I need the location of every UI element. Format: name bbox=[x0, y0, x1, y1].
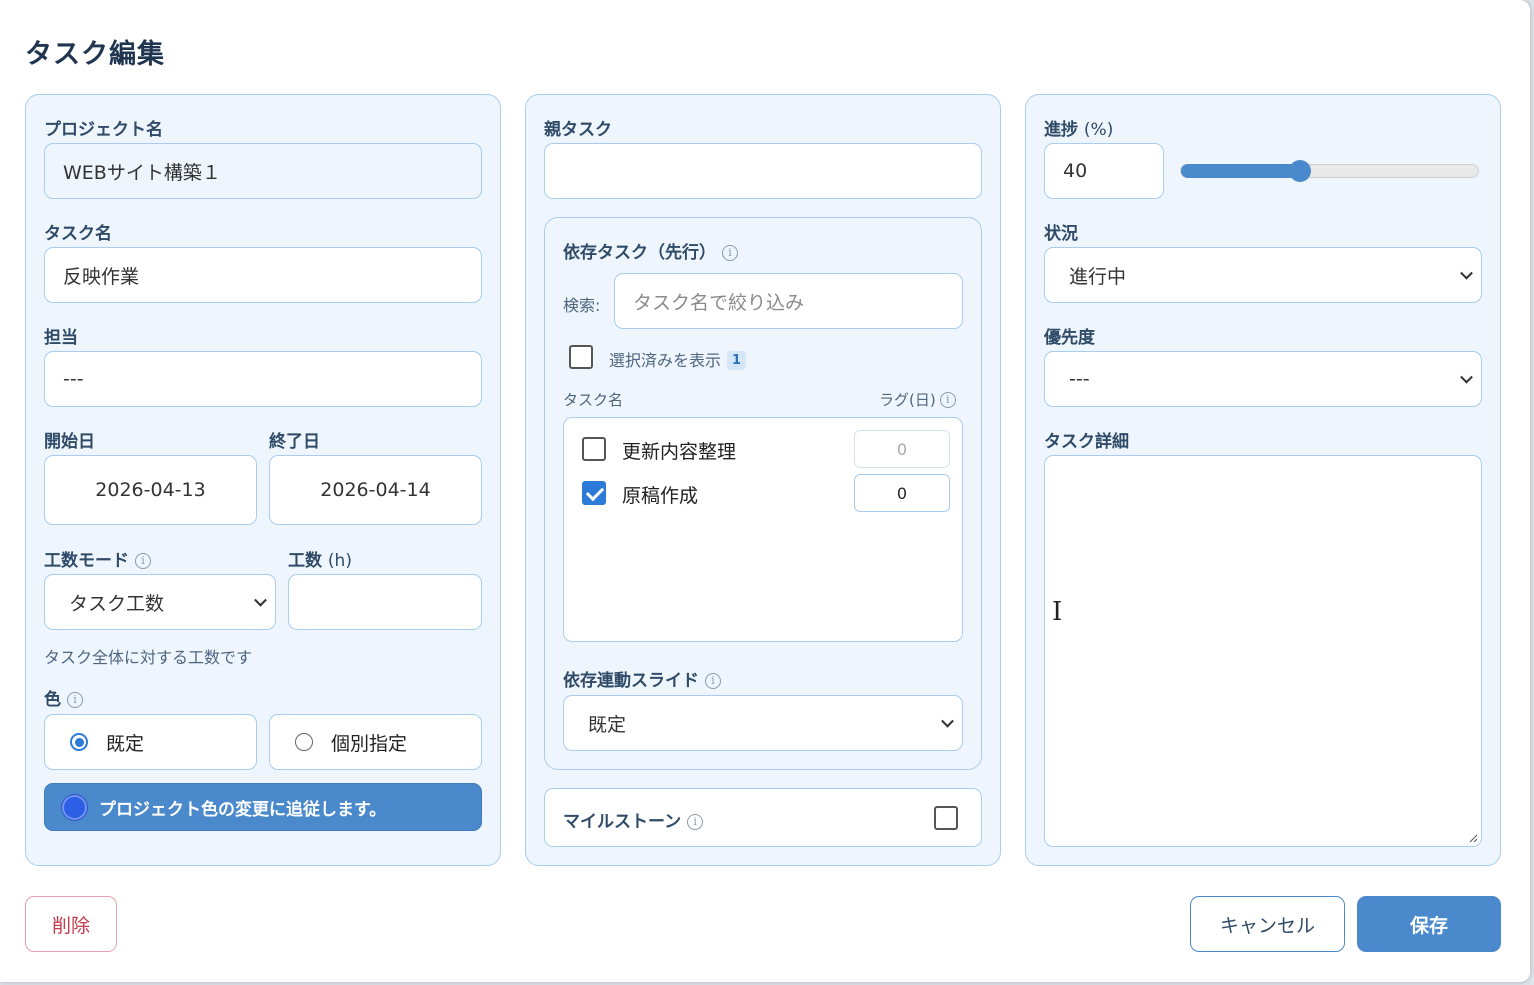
task-name-input[interactable]: 反映作業 bbox=[44, 247, 482, 303]
status-select[interactable]: 進行中 bbox=[1044, 247, 1482, 303]
effort-input[interactable] bbox=[288, 574, 482, 630]
dependency-name: 原稿作成 bbox=[622, 485, 699, 507]
col-lag: ラグ(日) i bbox=[879, 389, 956, 410]
progress-slider-fill bbox=[1181, 164, 1300, 178]
assignee-input[interactable]: --- bbox=[44, 351, 482, 407]
info-icon[interactable]: i bbox=[939, 392, 956, 408]
dependency-panel: 親タスク 依存タスク（先行） i 検索: タスク名で絞り込み 選択済みを表示 1 タ… bbox=[525, 94, 1001, 866]
color-custom-label: 個別指定 bbox=[331, 732, 408, 755]
parent-task-label: 親タスク bbox=[544, 120, 612, 140]
progress-input[interactable]: 40 bbox=[1044, 143, 1164, 199]
milestone-checkbox[interactable] bbox=[934, 806, 958, 830]
chevron-down-icon bbox=[941, 714, 954, 728]
assignee-label: 担当 bbox=[44, 328, 78, 348]
project-name-label: プロジェクト名 bbox=[44, 120, 163, 140]
lag-input[interactable]: 0 bbox=[854, 430, 950, 468]
color-label: 色i bbox=[44, 685, 83, 710]
parent-task-input[interactable] bbox=[544, 143, 982, 199]
project-name-field: WEBサイト構築１ bbox=[44, 143, 482, 199]
priority-value: --- bbox=[1069, 368, 1090, 390]
color-note-bar: プロジェクト色の変更に追従します。 bbox=[44, 783, 482, 831]
progress-label: 進捗 (%) bbox=[1044, 115, 1113, 140]
milestone-row[interactable]: マイルストーン i bbox=[544, 788, 982, 847]
milestone-label: マイルストーン i bbox=[563, 807, 704, 832]
info-icon[interactable]: i bbox=[687, 814, 704, 830]
start-date-input[interactable]: 2026-04-13 bbox=[44, 455, 257, 525]
info-icon[interactable]: i bbox=[705, 673, 721, 689]
search-label: 検索: bbox=[563, 296, 601, 315]
start-date-label: 開始日 bbox=[44, 432, 95, 452]
priority-select[interactable]: --- bbox=[1044, 351, 1482, 407]
color-default-option[interactable]: 既定 bbox=[44, 714, 257, 770]
col-lag-text: ラグ(日) bbox=[879, 391, 936, 409]
dependency-label-text: 依存タスク（先行） bbox=[563, 243, 716, 263]
dependency-checkbox[interactable] bbox=[582, 437, 606, 461]
radio-selected-icon bbox=[70, 733, 88, 751]
effort-unit: (h) bbox=[327, 551, 352, 571]
progress-unit: (%) bbox=[1083, 120, 1114, 140]
lag-input[interactable]: 0 bbox=[854, 474, 950, 512]
effort-mode-value: タスク工数 bbox=[69, 592, 165, 615]
info-icon[interactable]: i bbox=[135, 553, 151, 569]
end-date-input[interactable]: 2026-04-14 bbox=[269, 455, 482, 525]
slide-label-text: 依存連動スライド bbox=[563, 671, 699, 691]
color-custom-option[interactable]: 個別指定 bbox=[269, 714, 482, 770]
color-default-label: 既定 bbox=[106, 732, 145, 755]
detail-label: タスク詳細 bbox=[1044, 432, 1129, 452]
delete-button[interactable]: 削除 bbox=[25, 896, 117, 952]
progress-slider-thumb[interactable] bbox=[1288, 160, 1311, 182]
status-panel: 進捗 (%) 40 状況 進行中 優先度 --- タスク詳細 bbox=[1025, 94, 1501, 866]
radio-unselected-icon bbox=[295, 733, 313, 751]
col-task-name: タスク名 bbox=[563, 391, 624, 409]
basic-info-panel: プロジェクト名 WEBサイト構築１ タスク名 反映作業 担当 --- 開始日 2… bbox=[25, 94, 501, 866]
status-label: 状況 bbox=[1044, 224, 1078, 244]
dialog-title: タスク編集 bbox=[25, 39, 165, 70]
chevron-down-icon bbox=[1460, 370, 1473, 384]
end-date-label: 終了日 bbox=[269, 432, 320, 452]
effort-hint: タスク全体に対する工数です bbox=[44, 648, 253, 667]
effort-label: 工数 (h) bbox=[288, 546, 352, 571]
text-cursor-icon: I bbox=[1052, 597, 1063, 627]
show-selected-text: 選択済みを表示 bbox=[609, 351, 722, 370]
effort-mode-label: 工数モード i bbox=[44, 546, 151, 571]
progress-slider[interactable] bbox=[1180, 160, 1479, 182]
effort-mode-label-text: 工数モード bbox=[44, 551, 129, 571]
milestone-label-text: マイルストーン bbox=[563, 812, 682, 832]
color-note-text: プロジェクト色の変更に追従します。 bbox=[99, 799, 387, 820]
info-icon[interactable]: i bbox=[67, 692, 83, 708]
effort-mode-select[interactable]: タスク工数 bbox=[44, 574, 276, 630]
slide-value: 既定 bbox=[588, 713, 627, 736]
chevron-down-icon bbox=[254, 593, 267, 607]
save-button[interactable]: 保存 bbox=[1357, 896, 1501, 952]
dependency-checkbox-checked[interactable] bbox=[582, 481, 606, 505]
color-label-text: 色 bbox=[44, 690, 61, 710]
slide-label: 依存連動スライド i bbox=[563, 666, 721, 691]
dependency-label: 依存タスク（先行） i bbox=[563, 238, 738, 263]
dependency-search-input[interactable]: タスク名で絞り込み bbox=[614, 273, 963, 329]
priority-label: 優先度 bbox=[1044, 328, 1095, 348]
effort-label-text: 工数 bbox=[288, 551, 322, 571]
dependency-subpanel: 依存タスク（先行） i 検索: タスク名で絞り込み 選択済みを表示 1 タスク名 ラ… bbox=[544, 217, 982, 770]
task-name-label: タスク名 bbox=[44, 224, 112, 244]
progress-label-text: 進捗 bbox=[1044, 120, 1078, 140]
slide-select[interactable]: 既定 bbox=[563, 695, 963, 751]
task-edit-dialog: タスク編集 プロジェクト名 WEBサイト構築１ タスク名 反映作業 担当 ---… bbox=[0, 0, 1530, 982]
selected-count-badge: 1 bbox=[727, 351, 747, 370]
color-swatch bbox=[62, 794, 87, 820]
info-icon[interactable]: i bbox=[722, 245, 738, 261]
status-value: 進行中 bbox=[1069, 265, 1127, 288]
dependency-name: 更新内容整理 bbox=[622, 441, 737, 463]
cancel-button[interactable]: キャンセル bbox=[1190, 896, 1345, 952]
show-selected-label: 選択済みを表示 1 bbox=[609, 347, 747, 371]
show-selected-checkbox[interactable] bbox=[569, 345, 593, 369]
chevron-down-icon bbox=[1460, 266, 1473, 280]
resize-handle-icon[interactable] bbox=[1468, 833, 1478, 843]
detail-textarea[interactable] bbox=[1044, 455, 1482, 847]
dependency-list: 更新内容整理 0 原稿作成 0 bbox=[563, 417, 963, 642]
